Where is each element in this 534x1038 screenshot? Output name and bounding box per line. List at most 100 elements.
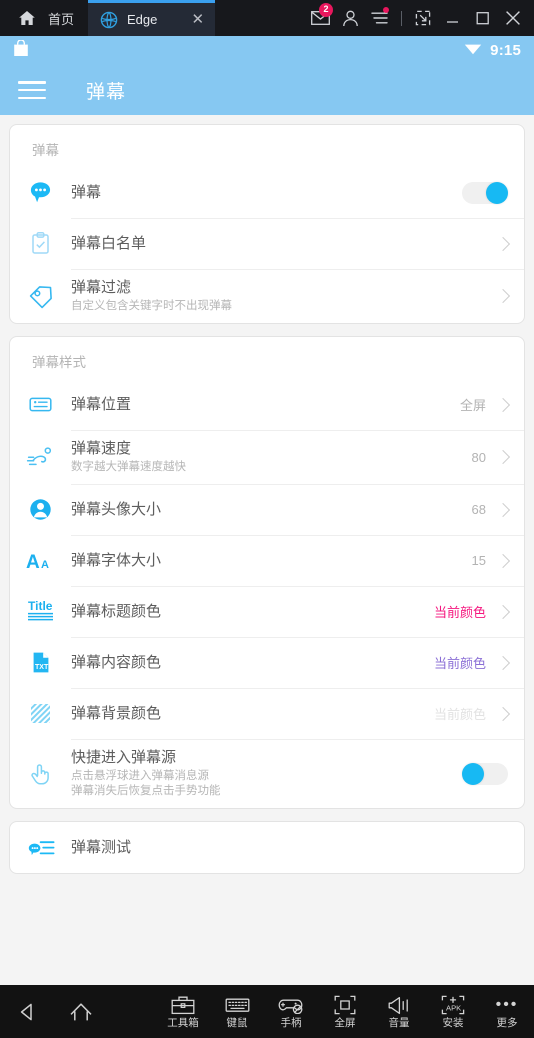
- browser-tab-edge[interactable]: Edge ✕: [88, 0, 216, 36]
- wifi-icon: [464, 42, 482, 60]
- danmaku-enable-toggle[interactable]: [462, 181, 508, 204]
- section-title: 弹幕: [32, 143, 59, 158]
- fullscreen-icon: [334, 994, 356, 1016]
- nav-item-label: 键鼠: [226, 1017, 248, 1029]
- nav-home-button[interactable]: [54, 985, 108, 1038]
- chat-bubble-icon: [10, 179, 71, 206]
- row-sublabel: 自定义包含关键字时不出现弹幕: [71, 300, 232, 312]
- nav-item-toolbox[interactable]: 工具箱: [156, 985, 210, 1038]
- svg-text:APK: APK: [446, 1003, 461, 1012]
- row-danmaku-content-color[interactable]: TXT 弹幕内容颜色 当前颜色: [10, 637, 524, 688]
- row-label: 弹幕标题颜色: [71, 602, 162, 620]
- font-size-icon: A A: [10, 549, 71, 573]
- row-label: 弹幕头像大小: [71, 500, 162, 518]
- nav-item-install[interactable]: APK 安装: [426, 985, 480, 1038]
- browser-tab-label: Edge: [127, 12, 158, 27]
- txt-file-icon: TXT: [10, 649, 71, 676]
- chevron-right-icon: [495, 706, 511, 721]
- row-danmaku-font-size[interactable]: A A 弹幕字体大小 15: [10, 535, 524, 586]
- popout-button[interactable]: [408, 0, 438, 36]
- nav-item-fullscreen[interactable]: 全屏: [318, 985, 372, 1038]
- nav-item-label: 手柄: [280, 1017, 302, 1029]
- runner-icon: [10, 444, 71, 471]
- home-tab-button[interactable]: 首页: [0, 0, 88, 36]
- row-value: 当前颜色: [433, 707, 486, 722]
- row-value: 当前颜色: [433, 605, 486, 620]
- tap-hand-icon: [10, 760, 71, 787]
- row-danmaku-filter[interactable]: 弹幕过滤 自定义包含关键字时不出现弹幕: [10, 269, 524, 323]
- row-value: 80: [471, 449, 486, 465]
- row-danmaku-whitelist[interactable]: 弹幕白名单: [10, 218, 524, 269]
- row-danmaku-avatar-size[interactable]: 弹幕头像大小 68: [10, 484, 524, 535]
- row-label: 弹幕内容颜色: [71, 653, 162, 671]
- home-icon: [18, 10, 36, 26]
- row-danmaku-title-color[interactable]: Title 弹幕标题颜色 当前颜色: [10, 586, 524, 637]
- section-title: 弹幕样式: [32, 355, 86, 370]
- chevron-right-icon: [495, 655, 511, 670]
- row-label: 弹幕背景颜色: [71, 704, 162, 722]
- bag-icon: [13, 38, 29, 62]
- toolbox-icon: [171, 994, 195, 1016]
- keyboard-icon: [225, 994, 250, 1016]
- home-tab-label: 首页: [48, 11, 75, 27]
- nav-item-volume[interactable]: 音量: [372, 985, 426, 1038]
- edge-browser-icon: [100, 11, 118, 29]
- apk-install-icon: APK: [441, 994, 465, 1016]
- android-status-bar: 9:15: [0, 36, 534, 65]
- section-card-danmaku-test[interactable]: 弹幕测试: [9, 821, 525, 874]
- svg-text:Title: Title: [28, 599, 53, 613]
- nav-back-button[interactable]: [0, 985, 54, 1038]
- close-button[interactable]: [498, 0, 528, 36]
- row-label: 弹幕: [71, 183, 102, 201]
- nav-item-gamepad[interactable]: 手柄: [264, 985, 318, 1038]
- tab-close-icon[interactable]: ✕: [188, 10, 207, 29]
- app-bar: 弹幕: [0, 65, 534, 115]
- row-danmaku-test[interactable]: 弹幕测试: [10, 822, 524, 873]
- volume-icon: [388, 994, 411, 1016]
- avatar-icon: [10, 496, 71, 523]
- row-value: 68: [471, 502, 486, 517]
- tag-icon: [10, 283, 71, 310]
- mail-badge: 2: [319, 3, 333, 17]
- nav-item-label: 音量: [388, 1017, 410, 1029]
- svg-text:TXT: TXT: [35, 664, 49, 671]
- titlebar-divider: [401, 10, 402, 26]
- minimize-button[interactable]: [438, 0, 468, 36]
- row-sublabel: 点击悬浮球进入弹幕消息源 弹幕消失后恢复点击手势功能: [71, 770, 221, 797]
- row-label: 弹幕位置: [71, 395, 132, 413]
- row-danmaku-speed[interactable]: 弹幕速度 数字越大弹幕速度越快 80: [10, 430, 524, 484]
- row-label: 快捷进入弹幕源: [71, 749, 177, 766]
- nav-item-label: 更多: [496, 1017, 518, 1029]
- chevron-right-icon: [495, 236, 511, 251]
- maximize-button[interactable]: [468, 0, 498, 36]
- nav-item-label: 安装: [442, 1017, 464, 1029]
- chevron-right-icon: [495, 397, 511, 412]
- list-card-icon: [10, 391, 71, 418]
- chevron-right-icon: [495, 288, 511, 304]
- nav-item-keyboard[interactable]: 键鼠: [210, 985, 264, 1038]
- row-value: 15: [471, 553, 486, 568]
- danmaku-test-icon: [10, 834, 71, 861]
- row-label: 弹幕字体大小: [71, 551, 162, 569]
- hamburger-icon[interactable]: [18, 79, 46, 101]
- menu-button[interactable]: [365, 0, 395, 36]
- row-value: 全屏: [459, 398, 486, 413]
- mail-button[interactable]: 2: [305, 0, 335, 36]
- title-text-icon: Title: [10, 598, 71, 625]
- chevron-right-icon: [495, 449, 511, 465]
- chevron-right-icon: [495, 604, 511, 619]
- row-danmaku-quick-source[interactable]: 快捷进入弹幕源 点击悬浮球进入弹幕消息源 弹幕消失后恢复点击手势功能: [10, 739, 524, 808]
- row-label: 弹幕过滤: [71, 279, 132, 296]
- section-card-danmaku: 弹幕 弹幕 弹幕白名单 弹幕过滤 自定义包含关键字时不出现弹幕: [9, 124, 525, 324]
- account-button[interactable]: [335, 0, 365, 36]
- row-label: 弹幕速度: [71, 440, 132, 457]
- row-danmaku-background-color[interactable]: 弹幕背景颜色 当前颜色: [10, 688, 524, 739]
- page-title: 弹幕: [86, 81, 127, 103]
- nav-item-more[interactable]: ••• 更多: [480, 985, 534, 1038]
- gamepad-icon: [278, 994, 304, 1016]
- quick-source-toggle[interactable]: [462, 762, 508, 785]
- row-danmaku-position[interactable]: 弹幕位置 全屏: [10, 379, 524, 430]
- more-dots-icon: •••: [495, 996, 519, 1013]
- android-nav-bar: 工具箱 键鼠 手柄 全屏 音量 APK 安装 ••• 更多: [0, 985, 534, 1038]
- row-danmaku-toggle[interactable]: 弹幕: [10, 167, 524, 218]
